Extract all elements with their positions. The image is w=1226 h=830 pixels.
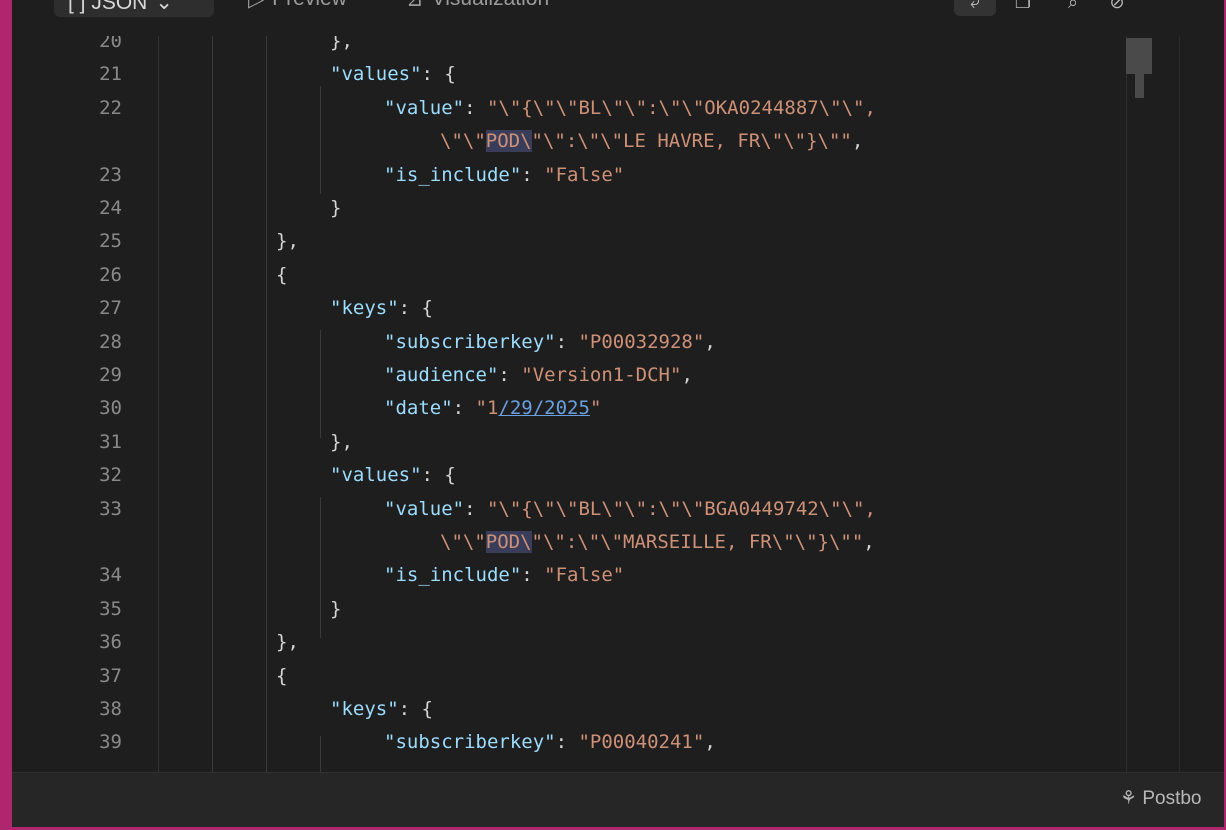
search-icon[interactable]: ⌕: [1058, 0, 1088, 16]
line-number: 27: [99, 297, 122, 320]
line-number: 24: [99, 197, 122, 219]
minimap-divider: [1126, 36, 1127, 772]
code-line: \"\"POD\"\":\"\"LE HAVRE, FR\"\"}\"",: [12, 125, 1122, 158]
code-line: 29 "audience": "Version1-DCH",: [12, 359, 1122, 392]
more-icon[interactable]: ⊘: [1102, 0, 1132, 16]
line-code: "values": {: [330, 63, 456, 86]
line-code: "value": "\"{\"\"BL\"\":\"\"BGA0449742\"…: [384, 497, 876, 520]
json-format-label: [ ] JSON: [68, 0, 148, 14]
line-code: \"\"POD\"\":\"\"MARSEILLE, FR\"\"}\"",: [440, 531, 875, 553]
line-code: "is_include": "False": [384, 564, 625, 587]
line-code: {: [276, 664, 288, 687]
line-code: "value": "\"{\"\"BL\"\":\"\"OKA0244887\"…: [384, 96, 876, 119]
code-line: 33 "value": "\"{\"\"BL\"\":\"\"BGA0449742…: [12, 493, 1122, 526]
line-code: },: [276, 230, 299, 253]
scrollbar-thumb-indicator: [1135, 74, 1144, 98]
line-code: },: [276, 631, 299, 654]
code-line: 36},: [12, 626, 1122, 659]
line-code: {: [276, 263, 288, 286]
line-number: 23: [99, 163, 122, 186]
scrollbar-thumb[interactable]: [1126, 38, 1152, 74]
line-code: "values": {: [330, 464, 456, 487]
line-code: "keys": {: [330, 698, 433, 720]
line-code: }: [330, 597, 342, 620]
code-line: 34 "is_include": "False": [12, 559, 1122, 592]
line-code: },: [330, 430, 353, 453]
code-line: 35}: [12, 593, 1122, 626]
postbot-icon: ⚘: [1120, 788, 1138, 809]
line-code: "audience": "Version1-DCH",: [384, 364, 693, 386]
line-number: 37: [99, 664, 122, 687]
line-code: "subscriberkey": "P00032928",: [384, 330, 716, 353]
code-line: 38 "keys": {: [12, 693, 1122, 726]
line-number: 34: [99, 564, 122, 587]
line-number: 21: [99, 63, 122, 86]
preview-tab[interactable]: ▷ Preview: [248, 0, 347, 14]
line-code: "keys": {: [330, 297, 433, 320]
line-number: 32: [99, 464, 122, 487]
chart-icon: ⊿: [406, 0, 424, 12]
chevron-down-icon: ⌄: [155, 0, 173, 14]
code-line: 32 "values": {: [12, 459, 1122, 492]
right-divider: [1179, 36, 1180, 772]
code-editor[interactable]: 20}, 21 "values": { 22 "value": "\"{\"\"BL\"…: [12, 36, 1224, 772]
line-code: \"\"POD\"\":\"\"LE HAVRE, FR\"\"}\"",: [440, 130, 864, 153]
code-line: 26 {: [12, 259, 1122, 292]
visualization-tab-label: Visualization: [432, 0, 550, 11]
line-number: 35: [99, 597, 122, 620]
code-line: 31},: [12, 426, 1122, 459]
line-code: "is_include": "False": [384, 163, 625, 186]
code-line: 28 "subscriberkey": "P00032928",: [12, 326, 1122, 359]
json-format-dropdown[interactable]: [ ] JSON ⌄: [54, 0, 214, 17]
postbot-button[interactable]: ⚘ Postbo: [1120, 787, 1201, 810]
line-number: 20: [99, 36, 122, 52]
code-line: 39 "subscriberkey": "P00040241",: [12, 726, 1122, 759]
preview-tab-label: Preview: [272, 0, 347, 11]
code-line: 22 "value": "\"{\"\"BL\"\":\"\"OKA0244887…: [12, 92, 1122, 125]
line-code: "subscriberkey": "P00040241",: [384, 731, 716, 754]
line-number: 36: [99, 631, 122, 654]
code-line: 25},: [12, 225, 1122, 258]
line-code: }: [330, 197, 342, 219]
wrap-icon[interactable]: ⤶: [954, 0, 996, 16]
postbot-label: Postbo: [1142, 788, 1202, 809]
line-number: 28: [99, 330, 122, 353]
line-code: "date": "1/29/2025": [384, 397, 602, 420]
status-bar: ⚘ Postbo: [12, 772, 1224, 827]
code-line: 30 "date": "1/29/2025": [12, 392, 1122, 425]
line-number: 38: [99, 698, 122, 720]
code-line: 27 "keys": {: [12, 292, 1122, 325]
code-line: 21 "values": {: [12, 58, 1122, 91]
line-number: 25: [99, 230, 122, 253]
json-response-panel: [ ] JSON ⌄ ▷ Preview ⊿ Visualization ⤶ ❐…: [12, 0, 1224, 827]
play-icon: ▷: [248, 0, 264, 12]
line-code: },: [330, 36, 353, 52]
copy-icon[interactable]: ❐: [1008, 0, 1038, 16]
line-number: 30: [99, 397, 122, 420]
line-number: 29: [99, 364, 122, 386]
code-line: 23 "is_include": "False": [12, 159, 1122, 192]
line-number: 33: [99, 497, 122, 520]
line-number: 22: [99, 96, 122, 119]
line-number: 31: [99, 430, 122, 453]
code-line: 24}: [12, 192, 1122, 225]
code-line: 20},: [12, 36, 1122, 58]
code-line: \"\"POD\"\":\"\"MARSEILLE, FR\"\"}\"",: [12, 526, 1122, 559]
visualization-tab[interactable]: ⊿ Visualization: [406, 0, 549, 14]
code-line: 37 {: [12, 660, 1122, 693]
line-number: 39: [99, 731, 122, 754]
line-number: 26: [99, 263, 122, 286]
response-toolbar: [ ] JSON ⌄ ▷ Preview ⊿ Visualization ⤶ ❐…: [12, 0, 1224, 36]
